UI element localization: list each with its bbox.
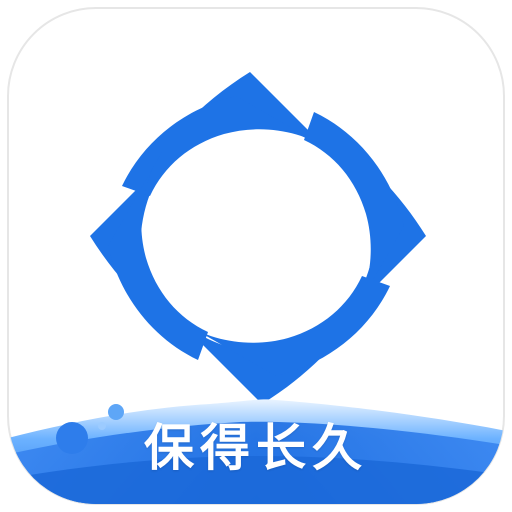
app-icon[interactable]: 保得长久 (0, 0, 512, 512)
slogan-text: 保得长久 (144, 419, 368, 477)
